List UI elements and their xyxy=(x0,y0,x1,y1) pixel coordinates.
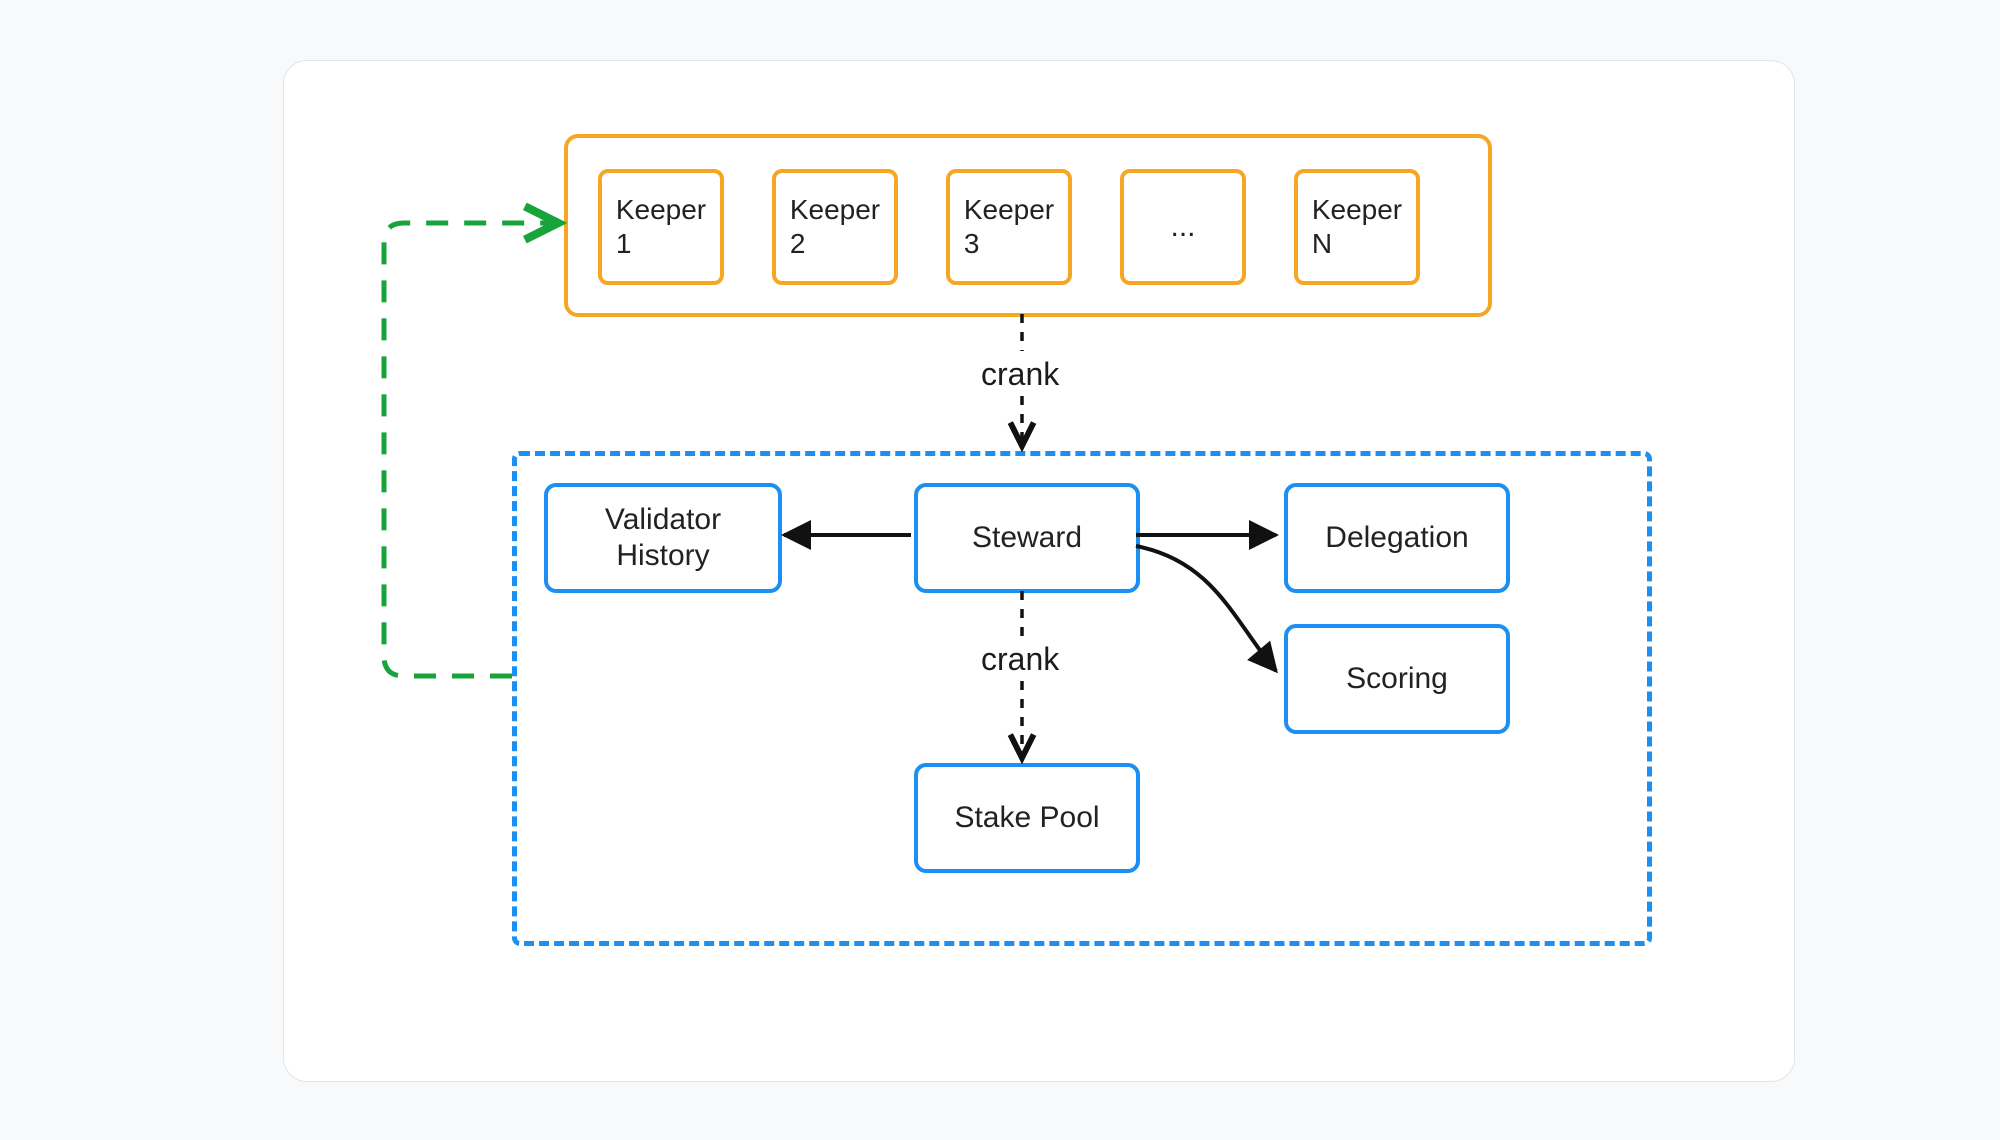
node-label: Delegation xyxy=(1325,520,1468,556)
keeper-ellipsis-box: ... xyxy=(1120,169,1246,285)
keeper-3-box: Keeper3 xyxy=(946,169,1072,285)
validator-history-box: ValidatorHistory xyxy=(544,483,782,593)
steward-box: Steward xyxy=(914,483,1140,593)
delegation-box: Delegation xyxy=(1284,483,1510,593)
scoring-box: Scoring xyxy=(1284,624,1510,734)
node-label: ValidatorHistory xyxy=(605,502,721,574)
crank-label-2: crank xyxy=(977,641,1063,678)
stake-pool-box: Stake Pool xyxy=(914,763,1140,873)
keeper-1-box: Keeper1 xyxy=(598,169,724,285)
node-label: Scoring xyxy=(1346,661,1448,697)
keeper-label: Keeper2 xyxy=(790,193,880,260)
node-label: Stake Pool xyxy=(954,800,1099,836)
keeper-label: KeeperN xyxy=(1312,193,1402,260)
node-label: Steward xyxy=(972,520,1082,556)
keeper-2-box: Keeper2 xyxy=(772,169,898,285)
keeper-label: ... xyxy=(1170,209,1195,245)
crank-label-1: crank xyxy=(977,356,1063,393)
keeper-n-box: KeeperN xyxy=(1294,169,1420,285)
keeper-label: Keeper1 xyxy=(616,193,706,260)
keeper-label: Keeper3 xyxy=(964,193,1054,260)
diagram-card: Keeper1 Keeper2 Keeper3 ... KeeperN Vali… xyxy=(283,60,1795,1082)
diagram-stage: Keeper1 Keeper2 Keeper3 ... KeeperN Vali… xyxy=(0,0,2000,1140)
